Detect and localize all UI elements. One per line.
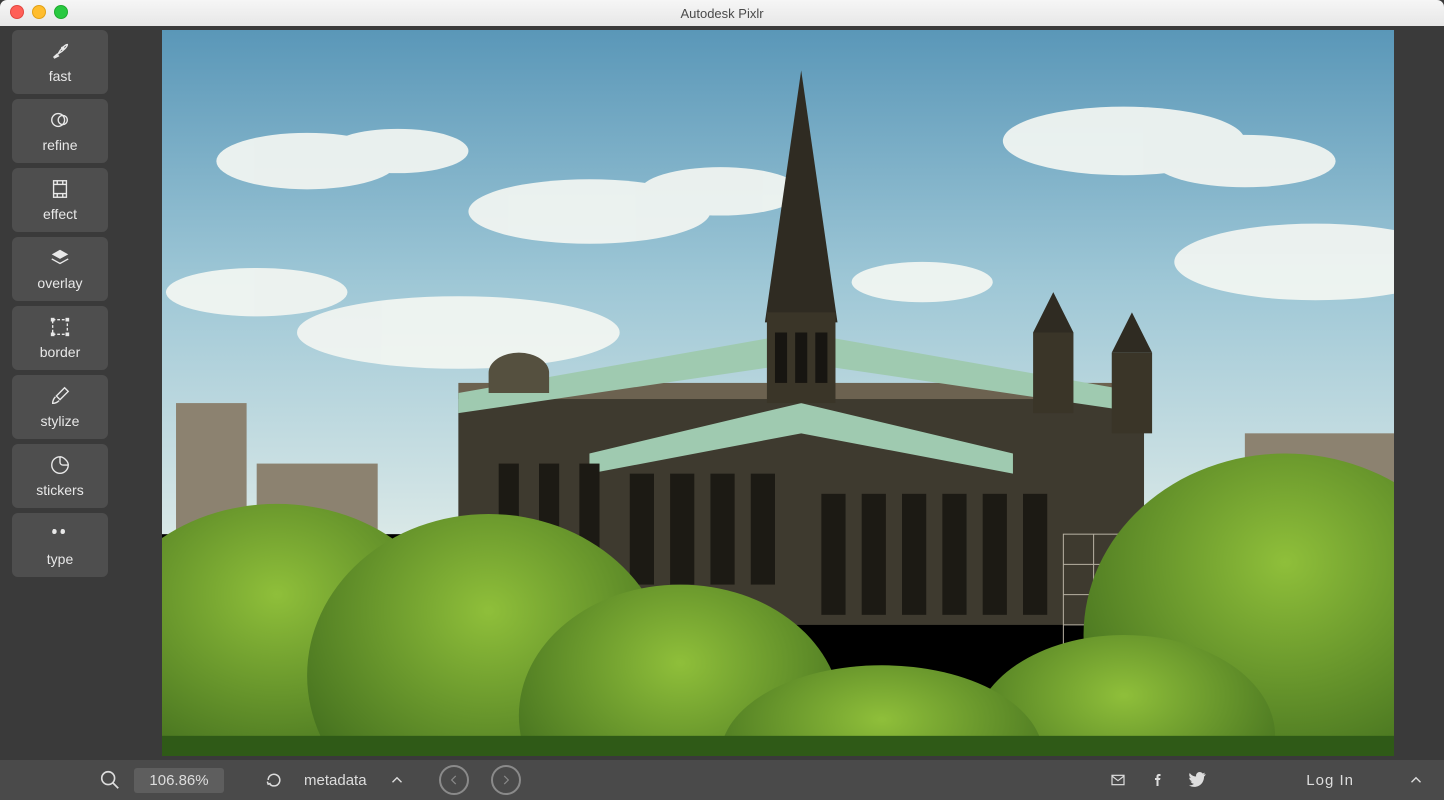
tool-border[interactable]: border [12, 306, 108, 370]
tool-label: type [47, 551, 73, 567]
metadata-button[interactable]: metadata [298, 772, 373, 789]
refine-icon [48, 109, 72, 131]
sticker-icon [49, 454, 71, 476]
tool-label: overlay [37, 275, 82, 291]
tool-type[interactable]: type [12, 513, 108, 577]
metadata-expand-button[interactable] [381, 764, 413, 796]
brush-icon [49, 385, 71, 407]
close-window-button[interactable] [10, 5, 24, 19]
rocket-icon [48, 40, 72, 62]
zoom-tool-button[interactable] [94, 764, 126, 796]
tool-label: stickers [36, 482, 83, 498]
tool-label: stylize [41, 413, 80, 429]
tool-stickers[interactable]: stickers [12, 444, 108, 508]
minimize-window-button[interactable] [32, 5, 46, 19]
tool-refine[interactable]: refine [12, 99, 108, 163]
tool-label: border [40, 344, 80, 360]
zoom-window-button[interactable] [54, 5, 68, 19]
window-controls [10, 5, 68, 19]
image-canvas[interactable] [162, 30, 1394, 756]
share-facebook-button[interactable] [1142, 764, 1174, 796]
titlebar: Autodesk Pixlr [0, 0, 1444, 27]
tool-effect[interactable]: effect [12, 168, 108, 232]
zoom-value[interactable]: 106.86% [134, 768, 224, 793]
login-button[interactable]: Log In [1300, 772, 1360, 789]
border-icon [49, 316, 71, 338]
layers-icon [48, 247, 72, 269]
rotate-button[interactable] [258, 764, 290, 796]
workspace: fast refine effect overlay [0, 26, 1444, 760]
app-frame: fast refine effect overlay [0, 26, 1444, 800]
prev-image-button[interactable] [439, 765, 469, 795]
share-twitter-button[interactable] [1182, 764, 1214, 796]
canvas-area [112, 26, 1444, 760]
next-image-button[interactable] [491, 765, 521, 795]
tool-fast[interactable]: fast [12, 30, 108, 94]
panel-expand-button[interactable] [1400, 764, 1432, 796]
tool-label: fast [49, 68, 72, 84]
tool-sidebar: fast refine effect overlay [0, 26, 112, 760]
tool-overlay[interactable]: overlay [12, 237, 108, 301]
tool-label: effect [43, 206, 77, 222]
share-email-button[interactable] [1102, 764, 1134, 796]
tool-stylize[interactable]: stylize [12, 375, 108, 439]
tool-label: refine [42, 137, 77, 153]
quote-icon [47, 523, 73, 545]
window-title: Autodesk Pixlr [0, 6, 1444, 21]
bottom-bar: 106.86% metadata Log In [0, 760, 1444, 800]
filmstrip-icon [49, 178, 71, 200]
